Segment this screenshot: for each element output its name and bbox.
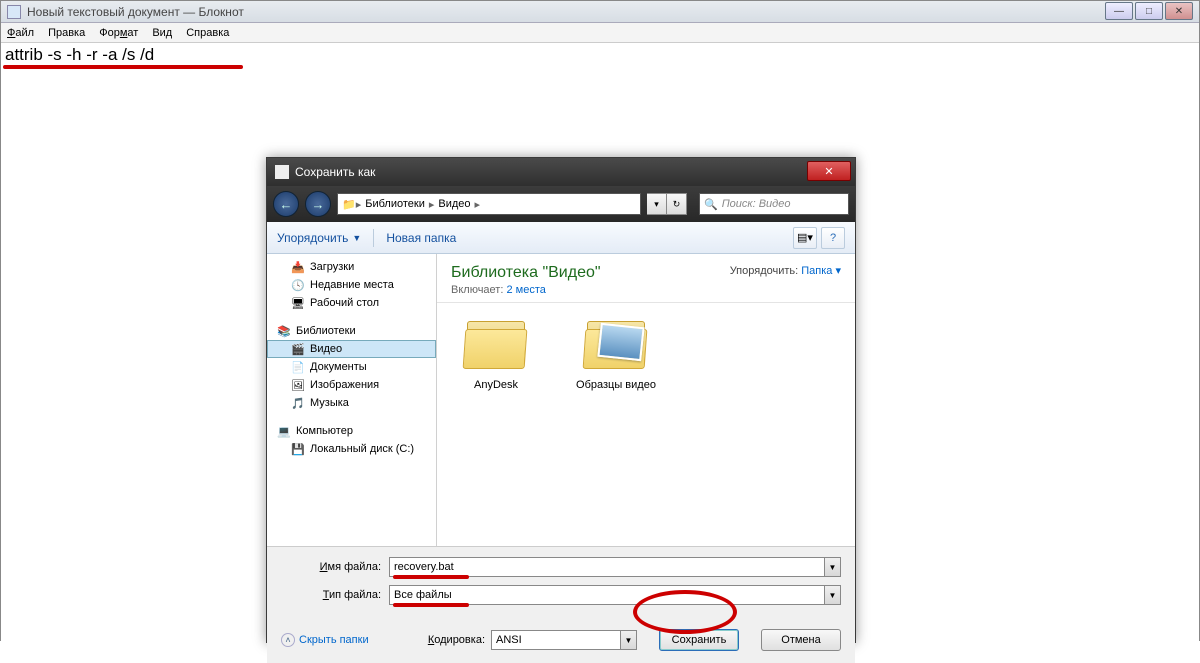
close-button[interactable]: ✕ [1165, 2, 1193, 20]
arrange-by: Упорядочить: Папка ▾ [730, 264, 841, 277]
maximize-button[interactable]: □ [1135, 2, 1163, 20]
minimize-button[interactable]: — [1105, 2, 1133, 20]
sidebar-item-downloads[interactable]: 📥Загрузки [267, 258, 436, 276]
sidebar-item-desktop[interactable]: 🖥Рабочий стол [267, 294, 436, 312]
folder-item-anydesk[interactable]: AnyDesk [451, 317, 541, 391]
sidebar-item-documents[interactable]: 📄Документы [267, 358, 436, 376]
path-dropdown-button[interactable]: ▾ [647, 193, 667, 215]
help-button[interactable]: ? [821, 227, 845, 249]
video-icon: 🎬 [291, 342, 305, 356]
new-folder-button[interactable]: Новая папка [386, 231, 456, 245]
menu-view[interactable]: Вид [152, 27, 172, 39]
computer-icon: 💻 [277, 424, 291, 438]
desktop-icon: 🖥 [291, 296, 305, 310]
address-bar[interactable]: 📁 ▸ Библиотеки ▸ Видео ▸ [337, 193, 641, 215]
dialog-toolbar: Упорядочить▼ Новая папка ▤▾ ? [267, 222, 855, 254]
notepad-title-bar: Новый текстовый документ — Блокнот — □ ✕ [1, 1, 1199, 23]
path-root-icon: 📁 [342, 198, 356, 211]
view-mode-button[interactable]: ▤▾ [793, 227, 817, 249]
encoding-label: Кодировка: [428, 634, 485, 646]
items-area[interactable]: AnyDesk Образцы видео [437, 303, 855, 546]
save-as-dialog: Сохранить как ✕ ← → 📁 ▸ Библиотеки ▸ Вид… [266, 157, 856, 643]
nav-forward-button[interactable]: → [305, 191, 331, 217]
hide-folders-link[interactable]: ˄ Скрыть папки [281, 633, 369, 647]
menu-format[interactable]: Формат [99, 27, 138, 39]
encoding-dropdown-button[interactable]: ▼ [621, 630, 637, 650]
recent-icon: 🕓 [291, 278, 305, 292]
notepad-content: attrib -s -h -r -a /s /d [5, 45, 154, 64]
save-button[interactable]: Сохранить [659, 629, 739, 651]
library-includes: Включает: 2 места [451, 284, 601, 296]
filetype-dropdown-button[interactable]: ▼ [825, 585, 841, 605]
refresh-button[interactable]: ↻ [667, 193, 687, 215]
red-underline-annotation [393, 603, 469, 607]
search-input[interactable]: 🔍 Поиск: Видео [699, 193, 849, 215]
filename-row: Имя файла: ▼ [281, 557, 841, 577]
sidebar-item-music[interactable]: 🎵Музыка [267, 394, 436, 412]
documents-icon: 📄 [291, 360, 305, 374]
arrange-dropdown[interactable]: Папка ▾ [801, 265, 841, 277]
red-underline-annotation [3, 65, 243, 69]
sidebar-item-pictures[interactable]: 🖼Изображения [267, 376, 436, 394]
menu-file[interactable]: Файл [7, 27, 34, 39]
sidebar-item-computer[interactable]: 💻Компьютер [267, 422, 436, 440]
organize-button[interactable]: Упорядочить▼ [277, 231, 361, 245]
sidebar: 📥Загрузки 🕓Недавние места 🖥Рабочий стол … [267, 254, 437, 546]
red-underline-annotation [393, 575, 469, 579]
sidebar-item-recent[interactable]: 🕓Недавние места [267, 276, 436, 294]
content-header: Библиотека "Видео" Включает: 2 места Упо… [437, 254, 855, 303]
music-icon: 🎵 [291, 396, 305, 410]
search-placeholder: Поиск: Видео [722, 198, 791, 210]
search-icon: 🔍 [704, 198, 718, 211]
notepad-text-area[interactable]: attrib -s -h -r -a /s /d Сохранить как ✕… [1, 43, 1199, 641]
libraries-icon: 📚 [277, 324, 291, 338]
cancel-button[interactable]: Отмена [761, 629, 841, 651]
path-seg-libraries[interactable]: Библиотеки [361, 198, 429, 210]
sidebar-item-video[interactable]: 🎬Видео [267, 340, 436, 358]
pictures-icon: 🖼 [291, 378, 305, 392]
dialog-close-button[interactable]: ✕ [807, 161, 851, 181]
dialog-footer: ˄ Скрыть папки Кодировка: ANSI ▼ Сохрани… [267, 619, 855, 663]
chevron-up-icon: ˄ [281, 633, 295, 647]
filetype-label: Тип файла: [281, 589, 381, 601]
filename-input[interactable] [389, 557, 825, 577]
dialog-nav-bar: ← → 📁 ▸ Библиотеки ▸ Видео ▸ ▾ ↻ 🔍 Поиск… [267, 186, 855, 222]
dialog-icon [275, 165, 289, 179]
filetype-select[interactable]: Все файлы [389, 585, 825, 605]
library-title: Библиотека "Видео" [451, 264, 601, 282]
nav-back-button[interactable]: ← [273, 191, 299, 217]
disk-icon: 💾 [291, 442, 305, 456]
content-pane: Библиотека "Видео" Включает: 2 места Упо… [437, 254, 855, 546]
notepad-menu-bar: Файл Правка Формат Вид Справка [1, 23, 1199, 43]
dialog-main: 📥Загрузки 🕓Недавние места 🖥Рабочий стол … [267, 254, 855, 546]
path-seg-video[interactable]: Видео [434, 198, 474, 210]
folder-icon [581, 317, 651, 373]
filename-label: Имя файла: [281, 561, 381, 573]
filename-dropdown-button[interactable]: ▼ [825, 557, 841, 577]
filetype-row: Тип файла: Все файлы ▼ [281, 585, 841, 605]
dialog-title-bar: Сохранить как ✕ [267, 158, 855, 186]
folder-icon [461, 317, 531, 373]
menu-help[interactable]: Справка [186, 27, 229, 39]
folder-label: AnyDesk [451, 379, 541, 391]
folder-item-samples[interactable]: Образцы видео [571, 317, 661, 391]
sidebar-item-disk-c[interactable]: 💾Локальный диск (C:) [267, 440, 436, 458]
window-controls: — □ ✕ [1105, 2, 1193, 20]
menu-edit[interactable]: Правка [48, 27, 85, 39]
dialog-fields: Имя файла: ▼ Тип файла: Все файлы ▼ [267, 546, 855, 619]
notepad-icon [7, 5, 21, 19]
dialog-title-text: Сохранить как [295, 165, 375, 179]
sidebar-item-libraries[interactable]: 📚Библиотеки [267, 322, 436, 340]
includes-link[interactable]: 2 места [506, 284, 545, 296]
downloads-icon: 📥 [291, 260, 305, 274]
folder-label: Образцы видео [571, 379, 661, 391]
notepad-title-text: Новый текстовый документ — Блокнот [27, 5, 244, 19]
encoding-select[interactable]: ANSI [491, 630, 621, 650]
